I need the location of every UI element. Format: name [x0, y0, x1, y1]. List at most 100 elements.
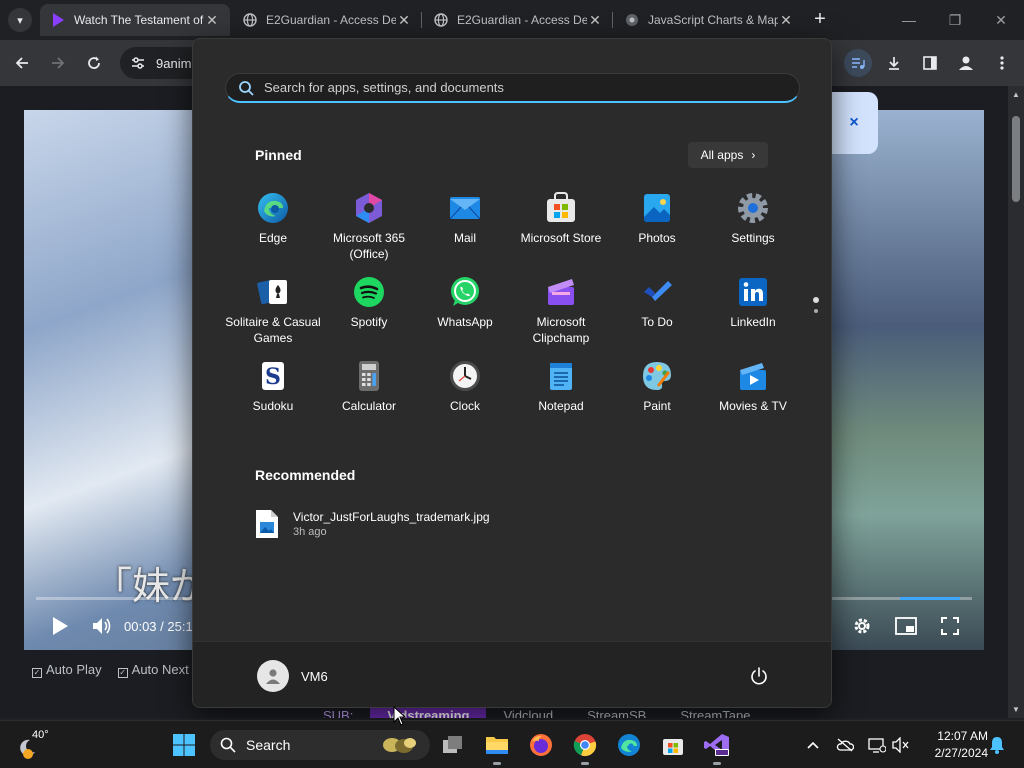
pinned-app-notepad[interactable]: Notepad: [513, 353, 609, 437]
pinned-app-movies-tv[interactable]: Movies & TV: [705, 353, 801, 437]
pinned-app-edge[interactable]: Edge: [225, 185, 321, 269]
tab-close-icon[interactable]: ✕: [396, 12, 412, 29]
buffer-indicator: [900, 597, 960, 600]
video-settings-icon[interactable]: [850, 614, 874, 638]
app-label: WhatsApp: [437, 315, 493, 329]
start-search-box[interactable]: [225, 73, 800, 103]
clock-date: 2/27/2024: [934, 746, 988, 760]
auto-play-toggle[interactable]: ✓ Auto Play: [32, 662, 102, 678]
app-label: Spotify: [350, 315, 388, 329]
volume-muted-icon[interactable]: [891, 735, 911, 755]
start-button[interactable]: [168, 729, 200, 761]
scroll-up-icon[interactable]: ▲: [1008, 90, 1024, 99]
minimize-icon[interactable]: —: [886, 0, 932, 40]
pinned-app-clipchamp[interactable]: Microsoft Clipchamp: [513, 269, 609, 353]
tab-close-icon[interactable]: ✕: [587, 12, 603, 29]
pinned-app-calculator[interactable]: Calculator: [321, 353, 417, 437]
scroll-down-icon[interactable]: ▼: [1008, 705, 1024, 714]
pinned-app-microsoft-365[interactable]: Microsoft 365 (Office): [321, 185, 417, 269]
user-account-button[interactable]: VM6: [257, 660, 328, 692]
clock-icon: [448, 359, 482, 393]
auto-play-label: Auto Play: [46, 662, 102, 677]
window-close-icon[interactable]: ✕: [978, 0, 1024, 40]
pinned-app-solitaire[interactable]: Solitaire & Casual Games: [225, 269, 321, 353]
download-icon[interactable]: [880, 49, 908, 77]
weather-widget[interactable]: 40°: [16, 729, 56, 761]
globe-favicon-icon: [242, 12, 258, 28]
tab-title: JavaScript Charts & Maps: [648, 13, 778, 27]
tab-close-icon[interactable]: ✕: [778, 12, 794, 29]
app-label: Microsoft 365 (Office): [332, 231, 406, 261]
pip-icon[interactable]: [894, 614, 918, 638]
todo-icon: [640, 275, 674, 309]
pinned-app-sudoku[interactable]: S Sudoku: [225, 353, 321, 437]
clipchamp-icon: [544, 275, 578, 309]
pinned-page-indicator[interactable]: [813, 297, 819, 319]
store-taskbar-icon[interactable]: [657, 729, 689, 761]
pinned-app-paint[interactable]: Paint: [609, 353, 705, 437]
volume-icon[interactable]: [90, 614, 114, 638]
pinned-app-settings[interactable]: Settings: [705, 185, 801, 269]
photos-icon: [640, 191, 674, 225]
new-tab-button[interactable]: +: [808, 8, 832, 32]
firefox-icon[interactable]: [525, 729, 557, 761]
app-label: Mail: [453, 231, 476, 245]
recommended-file-name: Victor_JustForLaughs_trademark.jpg: [293, 510, 490, 524]
tab-title: Watch The Testament of Sister New Devil: [74, 13, 204, 27]
tab-close-icon[interactable]: ✕: [204, 12, 220, 29]
app-label: Sudoku: [252, 399, 294, 413]
edge-taskbar-icon[interactable]: [613, 729, 645, 761]
notification-bell-icon[interactable]: [987, 735, 1007, 755]
pinned-app-microsoft-store[interactable]: Microsoft Store: [513, 185, 609, 269]
pinned-app-linkedin[interactable]: LinkedIn: [705, 269, 801, 353]
taskbar-clock[interactable]: 12:07 AM 2/27/2024: [918, 728, 988, 762]
forward-icon[interactable]: [44, 49, 72, 77]
site-info-icon[interactable]: [130, 55, 146, 71]
page-scrollbar[interactable]: ▲ ▼: [1008, 86, 1024, 718]
fullscreen-icon[interactable]: [938, 614, 962, 638]
video-subtitle: 「妹が: [94, 564, 209, 608]
auto-next-toggle[interactable]: ✓ Auto Next: [117, 662, 189, 678]
popup-close-button[interactable]: ×: [830, 92, 878, 154]
task-view-icon[interactable]: [437, 729, 469, 761]
user-name: VM6: [301, 668, 328, 684]
tab-e2guardian-1[interactable]: E2Guardian - Access Denied ✕: [232, 4, 422, 36]
tab-e2guardian-2[interactable]: E2Guardian - Access Denied ✕: [423, 4, 613, 36]
more-menu-icon[interactable]: [988, 49, 1016, 77]
pinned-app-mail[interactable]: Mail: [417, 185, 513, 269]
profile-icon[interactable]: [952, 49, 980, 77]
pinned-app-to-do[interactable]: To Do: [609, 269, 705, 353]
recommended-item[interactable]: Victor_JustForLaughs_trademark.jpg 3h ag…: [255, 509, 490, 539]
back-icon[interactable]: [8, 49, 36, 77]
network-icon[interactable]: [867, 735, 887, 755]
pinned-app-spotify[interactable]: Spotify: [321, 269, 417, 353]
pinned-app-clock[interactable]: Clock: [417, 353, 513, 437]
scrollbar-thumb[interactable]: [1012, 116, 1020, 202]
paint-icon: [640, 359, 674, 393]
tab-title: E2Guardian - Access Denied: [457, 13, 587, 27]
file-explorer-icon[interactable]: [481, 729, 513, 765]
power-icon[interactable]: [749, 666, 769, 686]
solitaire-icon: [256, 275, 290, 309]
tab-watch-testament[interactable]: Watch The Testament of Sister New Devil …: [40, 4, 230, 36]
media-control-icon[interactable]: [844, 49, 872, 77]
side-panel-icon[interactable]: [916, 49, 944, 77]
restore-icon[interactable]: ❐: [932, 0, 978, 40]
all-apps-label: All apps: [700, 148, 744, 162]
visual-studio-icon[interactable]: [701, 729, 733, 765]
onedrive-offline-icon[interactable]: [835, 735, 855, 755]
play-icon[interactable]: [48, 614, 72, 638]
pinned-app-photos[interactable]: Photos: [609, 185, 705, 269]
start-search-input[interactable]: [264, 80, 764, 95]
chrome-icon[interactable]: [569, 729, 601, 765]
linkedin-icon: [736, 275, 770, 309]
tab-search-chevron-icon[interactable]: ▾: [8, 8, 32, 32]
pinned-app-whatsapp[interactable]: WhatsApp: [417, 269, 513, 353]
show-hidden-icons-chevron-icon[interactable]: [803, 735, 823, 755]
taskbar-search[interactable]: Search: [210, 730, 430, 760]
tab-javascript-charts[interactable]: JavaScript Charts & Maps ✕: [614, 4, 804, 36]
all-apps-button[interactable]: All apps ›: [688, 142, 768, 168]
pinned-title: Pinned: [255, 147, 302, 163]
app-label: To Do: [641, 315, 673, 329]
reload-icon[interactable]: [80, 49, 108, 77]
